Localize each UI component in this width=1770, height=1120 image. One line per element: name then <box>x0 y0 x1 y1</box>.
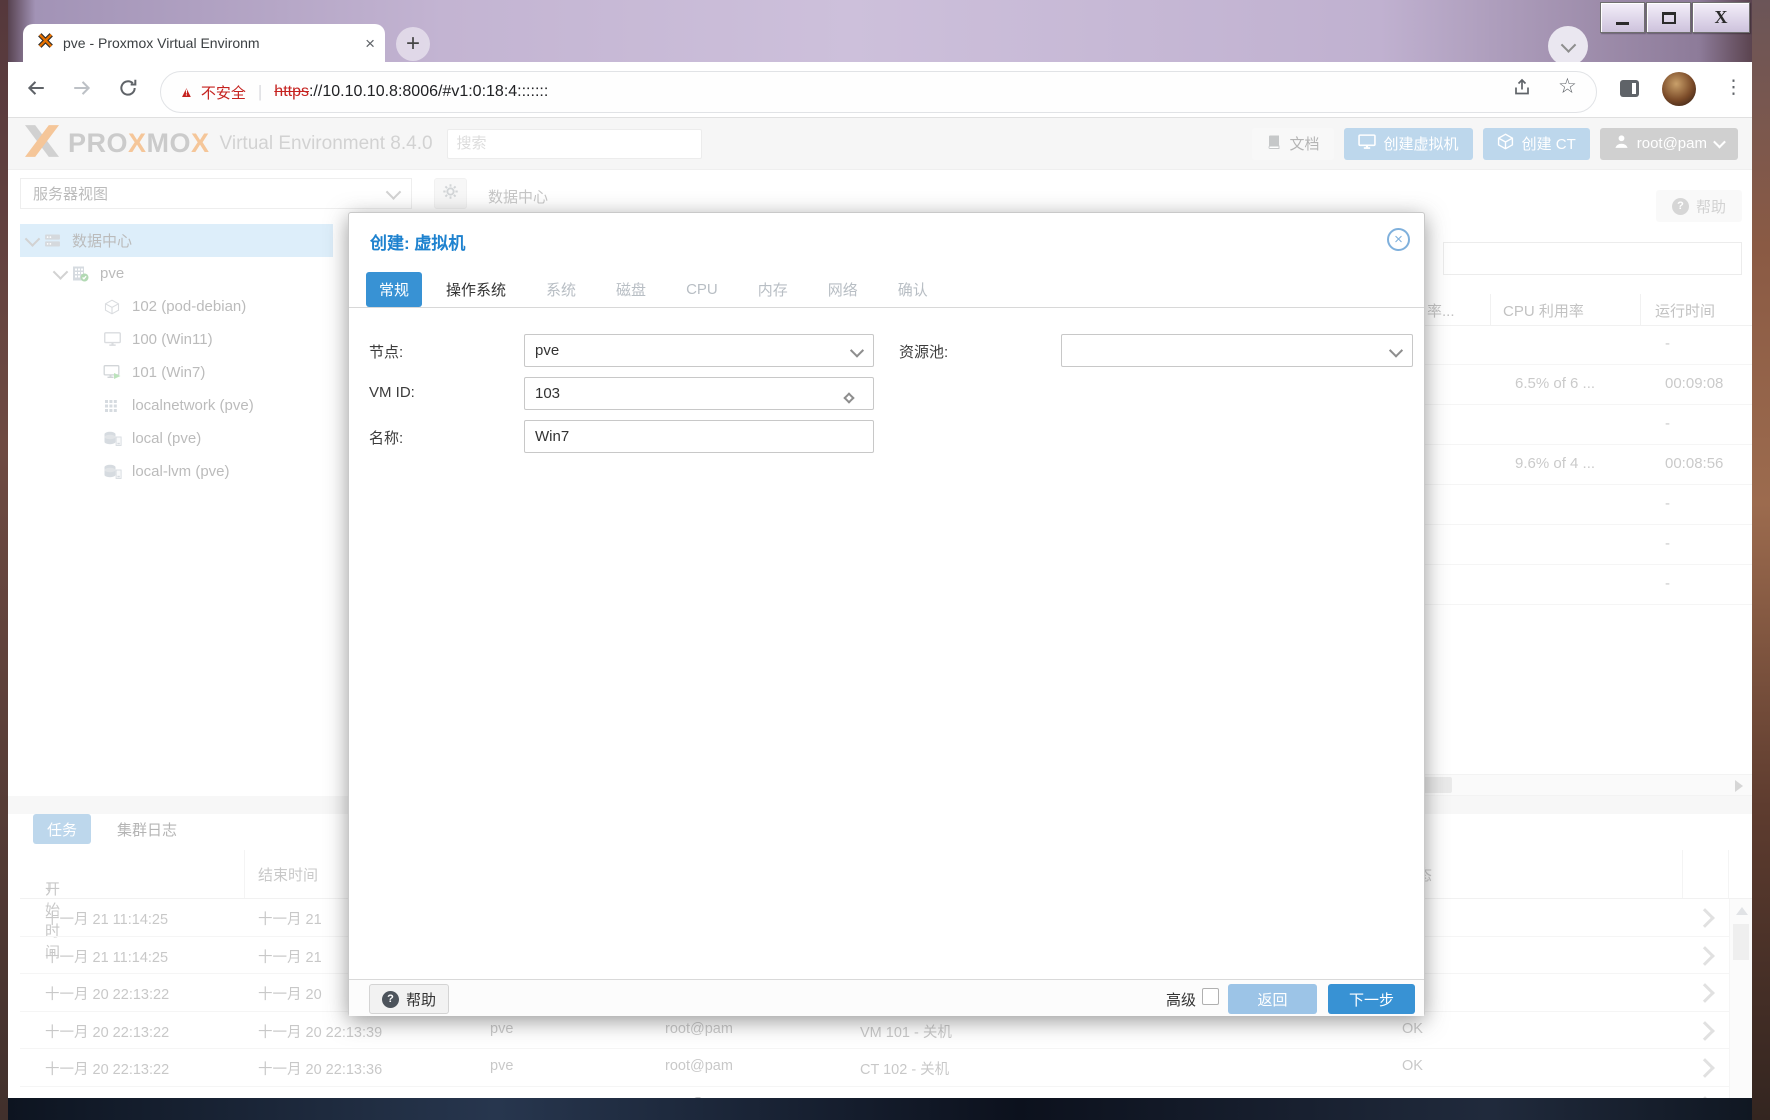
not-secure-warning-icon[interactable]: ▲! <box>179 84 194 101</box>
bookmark-star-icon[interactable]: ☆ <box>1558 74 1577 99</box>
url-divider: | <box>258 82 262 102</box>
question-icon: ? <box>382 991 399 1008</box>
create-vm-dialog: 创建: 虚拟机 × 常规 操作系统 系统 磁盘 CPU 内存 网络 确认 节点: pve 资源… <box>348 212 1425 1016</box>
name-field[interactable] <box>524 420 874 453</box>
window-maximize-button[interactable] <box>1646 2 1691 33</box>
chevron-down-icon <box>850 344 864 358</box>
dialog-tab-disabled: 磁盘 <box>616 279 646 300</box>
dialog-tab-disabled: CPU <box>686 281 718 298</box>
url-field[interactable]: ▲! 不安全 | https://10.10.10.8:8006/#v1:0:1… <box>160 71 1597 113</box>
desktop-edge-right <box>1752 0 1770 1120</box>
pool-label: 资源池: <box>899 341 948 362</box>
dialog-close-button[interactable]: × <box>1387 228 1410 251</box>
refresh-icon[interactable] <box>118 78 138 103</box>
advanced-label: 高级 <box>1166 989 1196 1010</box>
browser-tab[interactable]: pve - Proxmox Virtual Environm × <box>23 24 385 62</box>
dialog-tab-disabled: 确认 <box>898 279 928 300</box>
side-panel-icon[interactable] <box>1620 80 1639 97</box>
tab-close-icon[interactable]: × <box>365 35 375 52</box>
browser-menu-icon[interactable]: ⋮ <box>1724 76 1743 99</box>
forward-icon[interactable] <box>72 78 92 103</box>
next-button[interactable]: 下一步 <box>1328 984 1415 1014</box>
dialog-tab-enabled[interactable]: 操作系统 <box>446 279 506 300</box>
window-close-button[interactable]: X <box>1692 2 1750 33</box>
desktop-edge-left <box>0 0 8 1120</box>
new-tab-button[interactable]: + <box>396 27 430 61</box>
dialog-help-button[interactable]: ? 帮助 <box>369 984 449 1014</box>
pool-select[interactable] <box>1061 334 1413 367</box>
url-scheme: https <box>274 83 309 101</box>
advanced-checkbox[interactable] <box>1202 988 1219 1005</box>
vmid-label: VM ID: <box>369 384 415 401</box>
minimize-icon <box>1616 22 1629 25</box>
profile-avatar[interactable] <box>1662 72 1696 106</box>
back-button[interactable]: 返回 <box>1228 984 1317 1014</box>
window-minimize-button[interactable] <box>1600 2 1645 33</box>
dialog-footer: ? 帮助 高级 返回 下一步 <box>349 979 1424 1016</box>
dialog-tabs: 常规 操作系统 系统 磁盘 CPU 内存 网络 确认 <box>349 271 1424 308</box>
proxmox-favicon-icon <box>37 32 54 54</box>
desktop-edge-bottom <box>8 1098 1752 1120</box>
chevron-down-icon <box>1560 37 1576 53</box>
maximize-icon <box>1662 12 1676 24</box>
dialog-tab-active[interactable]: 常规 <box>366 272 422 307</box>
back-icon[interactable] <box>26 78 46 103</box>
chevron-down-icon <box>1389 344 1403 358</box>
node-select[interactable]: pve <box>524 334 874 367</box>
name-label: 名称: <box>369 427 403 448</box>
dialog-tab-disabled: 内存 <box>758 279 788 300</box>
dialog-tab-disabled: 网络 <box>828 279 858 300</box>
desktop: pve - Proxmox Virtual Environm × + X ▲! … <box>0 0 1770 1120</box>
tab-title: pve - Proxmox Virtual Environm <box>63 35 365 51</box>
dialog-tab-disabled: 系统 <box>546 279 576 300</box>
tab-search-chevron-button[interactable] <box>1548 26 1588 66</box>
not-secure-label[interactable]: 不安全 <box>201 82 246 103</box>
vmid-stepper[interactable]: 103 <box>524 377 874 410</box>
dialog-title: 创建: 虚拟机 <box>370 229 465 254</box>
share-icon[interactable] <box>1513 77 1533 101</box>
node-label: 节点: <box>369 341 403 362</box>
url-text: ://10.10.10.8:8006/#v1:0:18:4::::::: <box>309 83 548 101</box>
